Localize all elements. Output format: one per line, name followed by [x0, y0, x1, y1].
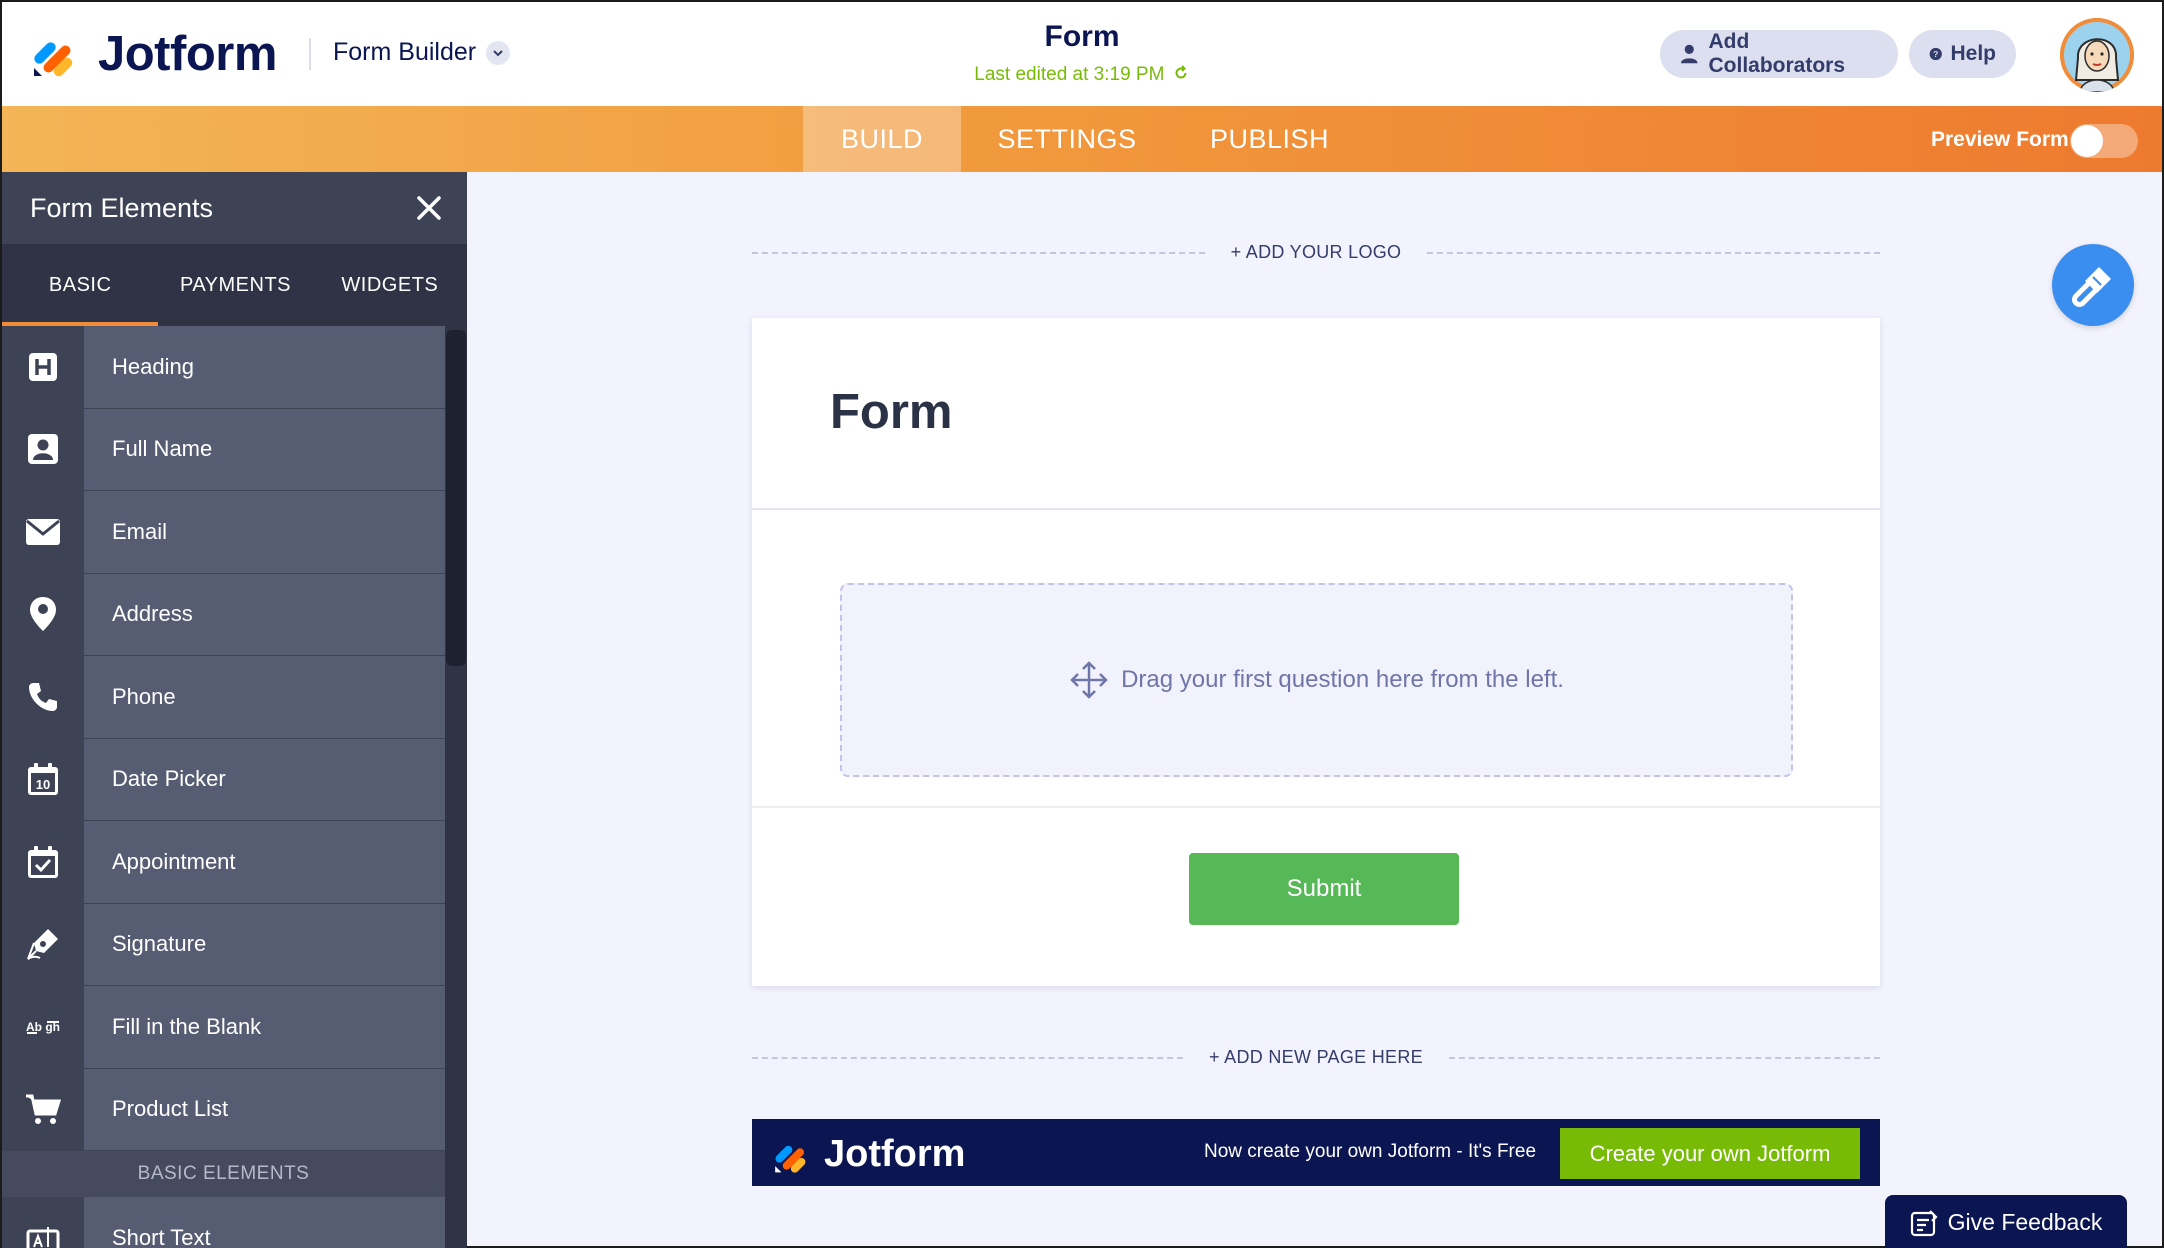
help-button[interactable]: ? Help — [1909, 30, 2016, 78]
paint-roller-icon — [2072, 267, 2111, 307]
add-collaborators-button[interactable]: Add Collaborators — [1660, 30, 1898, 78]
promo-brand: Jotform — [824, 1133, 966, 1175]
element-label: Short Text — [84, 1197, 445, 1248]
form-card: Form Drag your first question here from … — [752, 318, 1880, 986]
card-divider — [752, 806, 1880, 808]
element-label: Product List — [84, 1068, 445, 1150]
create-your-own-jotform-button[interactable]: Create your own Jotform — [1560, 1128, 1860, 1179]
user-icon — [1680, 44, 1698, 64]
short-text-icon — [26, 1226, 60, 1248]
phone-icon — [29, 682, 57, 711]
refresh-icon — [1175, 65, 1187, 79]
element-email[interactable]: Email — [2, 491, 445, 574]
element-phone[interactable]: Phone — [2, 656, 445, 739]
element-label: Fill in the Blank — [84, 986, 445, 1068]
element-product-list[interactable]: Product List — [2, 1068, 445, 1151]
promo-logo[interactable]: Jotform — [772, 1133, 965, 1176]
scrollbar-thumb[interactable] — [446, 330, 466, 666]
question-circle-icon: ? — [1929, 47, 1942, 61]
tab-settings[interactable]: SETTINGS — [977, 106, 1157, 172]
jotform-logo-icon — [775, 1145, 806, 1173]
element-label: Appointment — [84, 821, 445, 903]
element-short-text[interactable]: Short Text — [2, 1197, 445, 1248]
top-header: Jotform Form Builder Form Last edited at… — [2, 2, 2162, 106]
tab-publish[interactable]: PUBLISH — [1172, 106, 1367, 172]
signature-pen-icon — [27, 929, 58, 961]
element-label: Full Name — [84, 408, 445, 490]
element-appointment[interactable]: Appointment — [2, 821, 445, 904]
appointment-icon — [28, 845, 58, 878]
promo-text: Now create your own Jotform - It's Free — [1204, 1141, 1537, 1162]
feedback-icon — [1910, 1209, 1938, 1236]
give-feedback-label: Give Feedback — [1947, 1209, 2103, 1235]
element-full-name[interactable]: Full Name — [2, 408, 445, 491]
dashed-divider — [752, 1056, 1184, 1059]
fill-blank-icon: Ab gh — [26, 1020, 60, 1034]
element-label: Phone — [84, 656, 445, 738]
dashed-divider — [1448, 1056, 1881, 1059]
location-pin-icon — [30, 597, 56, 632]
tab-build[interactable]: BUILD — [803, 106, 961, 172]
element-category-tabs: BASIC PAYMENTS WIDGETS — [2, 244, 467, 326]
chevron-down-icon — [486, 40, 511, 65]
form-elements-panel: Form Elements BASIC PAYMENTS WIDGETS Hea… — [2, 172, 467, 1248]
calendar-icon: 10 — [28, 763, 58, 796]
help-label: Help — [1950, 42, 1996, 65]
panel-header: Form Elements — [2, 172, 467, 244]
basic-elements-section-header: BASIC ELEMENTS — [2, 1151, 445, 1197]
card-divider — [752, 508, 1880, 510]
svg-text:10: 10 — [36, 777, 50, 792]
panel-title: Form Elements — [30, 192, 214, 223]
heading-icon — [29, 352, 57, 381]
drop-hint-text: Drag your first question here from the l… — [1121, 666, 1564, 693]
dashed-divider — [1427, 251, 1880, 254]
element-signature[interactable]: Signature — [2, 903, 445, 986]
element-fill-in-blank[interactable]: Ab gh Fill in the Blank — [2, 986, 445, 1069]
close-icon[interactable] — [413, 192, 445, 224]
panel-scrollbar[interactable] — [445, 326, 467, 1248]
element-label: Signature — [84, 903, 445, 985]
add-collaborators-label: Add Collaborators — [1708, 30, 1846, 77]
preview-form-label: Preview Form — [1931, 128, 2069, 151]
form-designer-button[interactable] — [2052, 244, 2134, 326]
question-drop-zone[interactable]: Drag your first question here from the l… — [840, 583, 1793, 777]
give-feedback-button[interactable]: Give Feedback — [1885, 1195, 2127, 1248]
toggle-knob — [2071, 125, 2103, 157]
add-logo-row: + ADD YOUR LOGO — [752, 242, 1880, 263]
dashed-divider — [752, 251, 1205, 254]
tab-widgets[interactable]: WIDGETS — [313, 244, 467, 326]
add-logo-button[interactable]: + ADD YOUR LOGO — [1205, 242, 1428, 263]
element-label: Date Picker — [84, 738, 445, 820]
element-list: Heading Full Name Email Address Phone 10… — [2, 326, 445, 1248]
move-arrows-icon — [1070, 661, 1108, 699]
element-heading[interactable]: Heading — [2, 326, 445, 409]
element-date-picker[interactable]: 10 Date Picker — [2, 738, 445, 821]
element-label: Heading — [84, 326, 445, 408]
last-edited-text: Last edited at 3:19 PM — [974, 64, 1165, 85]
form-heading[interactable]: Form — [830, 384, 953, 440]
add-page-row: + ADD NEW PAGE HERE — [752, 1047, 1881, 1068]
email-icon — [26, 518, 60, 545]
builder-label: Form Builder — [333, 38, 477, 66]
user-avatar[interactable] — [2060, 18, 2134, 92]
element-label: Email — [84, 491, 445, 573]
add-new-page-button[interactable]: + ADD NEW PAGE HERE — [1183, 1047, 1449, 1068]
element-address[interactable]: Address — [2, 573, 445, 656]
jotform-promo-banner: Jotform Now create your own Jotform - It… — [752, 1119, 1880, 1186]
builder-nav-bar: BUILD SETTINGS PUBLISH Preview Form — [2, 106, 2162, 172]
full-name-icon — [28, 434, 58, 465]
element-label: Address — [84, 573, 445, 655]
cart-icon — [26, 1094, 61, 1125]
submit-button[interactable]: Submit — [1189, 853, 1459, 925]
svg-text:?: ? — [1933, 49, 1938, 59]
tab-payments[interactable]: PAYMENTS — [158, 244, 312, 326]
tab-basic[interactable]: BASIC — [2, 244, 159, 326]
form-builder-dropdown[interactable]: Form Builder — [333, 38, 511, 67]
preview-form-toggle[interactable] — [2070, 124, 2138, 158]
